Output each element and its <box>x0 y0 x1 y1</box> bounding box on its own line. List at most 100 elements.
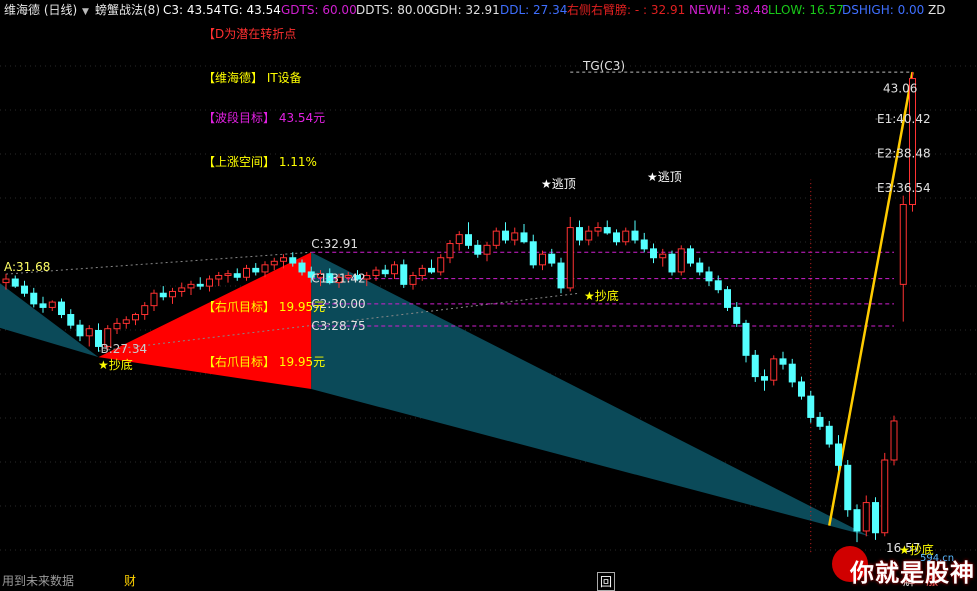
candle-body <box>418 267 426 276</box>
candle-body <box>872 502 879 534</box>
candle-body <box>881 459 889 534</box>
candle-body <box>169 290 176 298</box>
candle-body <box>215 274 223 280</box>
note-2: 【波段目标】 43.54元 <box>203 110 325 125</box>
candle-body <box>529 241 537 266</box>
candle-body <box>67 314 75 326</box>
candle-body <box>446 243 454 259</box>
candle-body <box>576 227 583 241</box>
candle-body <box>159 292 167 298</box>
escape-top-marker-1: ★逃顶 <box>541 177 576 191</box>
candle-body <box>714 280 722 291</box>
candle-body <box>455 234 463 245</box>
candle-body <box>677 248 685 273</box>
candle-body <box>622 230 630 243</box>
candle-body <box>659 253 667 259</box>
label-e1: E1:40.42 <box>877 112 931 126</box>
candle-body <box>187 283 195 289</box>
candle-body <box>76 324 84 337</box>
candle-body <box>196 283 204 287</box>
candle-body <box>233 273 241 278</box>
candle-body <box>465 234 472 246</box>
candle-body <box>502 230 509 241</box>
candle-body <box>844 464 852 511</box>
candle-body <box>613 232 620 243</box>
escape-top-marker-2: ★逃顶 <box>647 170 682 184</box>
candle-body <box>751 354 759 378</box>
candle-body <box>289 257 297 264</box>
candle-body <box>400 264 408 285</box>
candle-body <box>2 278 10 284</box>
note-0: 【D为潜在转折点 <box>203 26 296 41</box>
candle-body <box>474 244 482 255</box>
review-marker[interactable]: 回 <box>597 572 616 591</box>
candle-body <box>261 264 269 273</box>
candle-body <box>798 381 805 397</box>
candle-body <box>30 292 38 305</box>
label-c: C:32.91 <box>311 237 358 251</box>
candle-body <box>603 227 611 234</box>
candle-body <box>39 303 47 308</box>
candle-body <box>557 262 565 289</box>
candle-body <box>252 267 260 273</box>
candle-body <box>761 376 768 381</box>
left-claw-region <box>0 283 99 358</box>
candle-body <box>770 358 778 381</box>
label-e3: E3:36.54 <box>877 181 931 195</box>
claw-regions <box>0 252 870 537</box>
candle-body <box>141 305 149 316</box>
candle-body <box>520 232 528 243</box>
buy-bottom-marker-2: ★抄底 <box>584 288 619 303</box>
candle-body <box>132 314 139 321</box>
candle-body <box>631 230 639 241</box>
candles <box>2 72 916 543</box>
candle-body <box>113 322 121 330</box>
candle-body <box>687 248 694 264</box>
candle-body <box>48 301 56 308</box>
candle-body <box>853 509 861 532</box>
buy-bottom-marker-1: ★抄底 <box>98 357 133 372</box>
candle-body <box>862 502 870 532</box>
candle-body <box>779 358 787 365</box>
candle-body <box>668 253 676 273</box>
candle-body <box>807 395 815 418</box>
candle-body <box>835 443 842 466</box>
watermark-brand: 你就是股神 <box>850 559 975 587</box>
candle-body <box>594 227 602 232</box>
label-c1: C1:31.42 <box>311 272 365 286</box>
note-1: 【维海德】 IT设备 <box>203 70 302 85</box>
candle-body <box>428 267 435 273</box>
candlestick-chart[interactable]: A:31.68B:27.34C:32.91C1:31.42C2:30.00C3:… <box>0 0 977 588</box>
candle-body <box>372 269 380 276</box>
candle-body <box>548 253 556 264</box>
finance-marker[interactable]: 财 <box>124 572 136 589</box>
label-b: B:27.34 <box>101 342 148 356</box>
note-3: 【上涨空间】 1.11% <box>203 154 317 169</box>
candle-body <box>492 230 500 246</box>
candle-body <box>85 328 93 337</box>
chart-labels: A:31.68B:27.34C:32.91C1:31.42C2:30.00C3:… <box>4 26 934 557</box>
label-a: A:31.68 <box>4 260 50 274</box>
candle-body <box>391 264 398 275</box>
candle-body <box>890 420 898 461</box>
candle-body <box>298 262 306 273</box>
candle-body <box>178 287 186 292</box>
label-e2: E2:38.48 <box>877 146 931 160</box>
candle-body <box>585 230 593 241</box>
candle-body <box>696 262 704 273</box>
candle-body <box>650 248 657 259</box>
candle-body <box>733 306 741 324</box>
candle-body <box>280 257 287 262</box>
candle-body <box>899 204 907 285</box>
candle-body <box>58 301 65 316</box>
candle-body <box>724 289 731 308</box>
candle-body <box>206 278 213 287</box>
right-claw-target-2: 【右爪目标】 19.95元 <box>203 354 325 369</box>
candle-body <box>437 257 445 273</box>
candle-body <box>243 267 250 278</box>
candle-body <box>742 322 750 356</box>
watermark-url: 594.cn <box>920 553 955 564</box>
candle-body <box>270 260 278 266</box>
candle-body <box>150 292 158 307</box>
candle-body <box>11 278 19 287</box>
